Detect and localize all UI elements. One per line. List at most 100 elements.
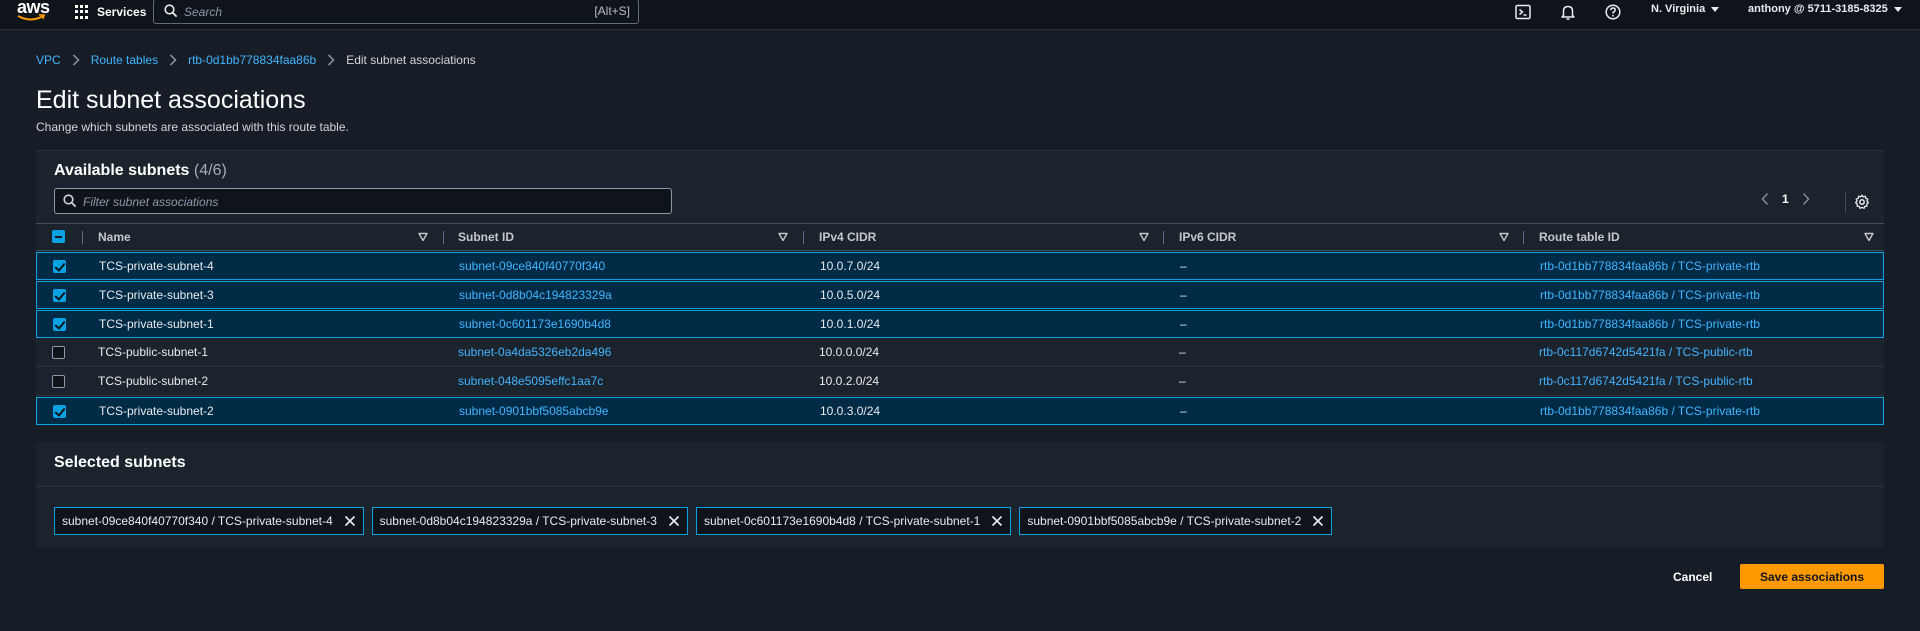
subnet-id-link[interactable]: subnet-0d8b04c194823329a <box>459 288 612 302</box>
page-description: Change which subnets are associated with… <box>36 120 349 134</box>
select-all-checkbox[interactable] <box>52 230 65 243</box>
top-navigation: aws Services [Alt+S] N. Virginia <box>0 0 1920 30</box>
column-header-name[interactable]: Name <box>98 224 448 251</box>
close-icon[interactable] <box>990 514 1004 528</box>
sort-icon <box>778 232 788 242</box>
table-header: Name Subnet ID IPv4 CIDR IPv6 CIDR Route… <box>36 223 1884 251</box>
services-menu-button[interactable]: Services <box>75 2 146 22</box>
filter-box[interactable] <box>54 188 672 214</box>
region-selector[interactable]: N. Virginia <box>1651 3 1720 15</box>
route-table-link[interactable]: rtb-0c117d6742d5421fa / TCS-public-rtb <box>1539 345 1753 359</box>
table-row[interactable]: TCS-public-subnet-1 subnet-0a4da5326eb2d… <box>36 339 1884 367</box>
row-checkbox[interactable] <box>52 346 65 359</box>
column-divider <box>1523 231 1524 244</box>
ipv6-cidr: – <box>1180 317 1187 331</box>
close-icon[interactable] <box>343 514 357 528</box>
global-search[interactable]: [Alt+S] <box>153 0 639 24</box>
selected-subnets-panel: Selected subnets subnet-09ce840f40770f34… <box>36 442 1884 548</box>
ipv4-cidr: 10.0.1.0/24 <box>820 317 881 331</box>
page-number[interactable]: 1 <box>1782 192 1789 206</box>
row-checkbox[interactable] <box>53 318 66 331</box>
chevron-down-icon <box>1893 6 1902 12</box>
token-label: subnet-0c601173e1690b4d8 / TCS-private-s… <box>703 514 981 528</box>
table-row[interactable]: TCS-private-subnet-4 subnet-09ce840f4077… <box>36 252 1884 280</box>
table-row[interactable]: TCS-private-subnet-3 subnet-0d8b04c19482… <box>36 281 1884 309</box>
route-table-link[interactable]: rtb-0d1bb778834faa86b / TCS-private-rtb <box>1540 259 1760 273</box>
available-subnets-panel: Available subnets (4/6) 1 Name <box>36 150 1884 426</box>
account-menu[interactable]: anthony @ 5711-3185-8325 <box>1748 3 1902 15</box>
notifications-bell-icon[interactable] <box>1559 3 1577 21</box>
ipv4-cidr: 10.0.3.0/24 <box>820 404 881 418</box>
subnet-id-link[interactable]: subnet-0901bbf5085abcb9e <box>459 404 608 418</box>
column-header-name-label: Name <box>98 230 131 244</box>
pagination: 1 <box>1760 192 1811 206</box>
services-label: Services <box>97 5 147 19</box>
ipv6-cidr: – <box>1180 288 1187 302</box>
ipv6-cidr: – <box>1180 259 1187 273</box>
route-table-link[interactable]: rtb-0d1bb778834faa86b / TCS-private-rtb <box>1540 317 1760 331</box>
route-table-link[interactable]: rtb-0d1bb778834faa86b / TCS-private-rtb <box>1540 404 1760 418</box>
divider <box>36 486 1884 487</box>
subnet-id-link[interactable]: subnet-048e5095effc1aa7c <box>458 374 603 388</box>
ipv4-cidr: 10.0.0.0/24 <box>819 345 880 359</box>
selected-subnet-token: subnet-09ce840f40770f340 / TCS-private-s… <box>54 507 364 535</box>
search-icon <box>164 4 178 18</box>
token-label: subnet-0d8b04c194823329a / TCS-private-s… <box>379 514 657 528</box>
row-checkbox[interactable] <box>52 375 65 388</box>
subnet-name: TCS-private-subnet-4 <box>99 259 214 273</box>
row-checkbox[interactable] <box>53 405 66 418</box>
column-header-ipv4-cidr[interactable]: IPv4 CIDR <box>819 224 1169 251</box>
filter-subnet-input[interactable] <box>83 193 653 210</box>
region-label: N. Virginia <box>1651 3 1706 15</box>
chevron-right-icon <box>316 54 346 66</box>
services-grid-icon <box>75 5 89 19</box>
previous-page-icon[interactable] <box>1760 192 1770 206</box>
column-divider <box>82 231 83 244</box>
ipv4-cidr: 10.0.2.0/24 <box>819 374 880 388</box>
route-table-link[interactable]: rtb-0c117d6742d5421fa / TCS-public-rtb <box>1539 374 1753 388</box>
table-row[interactable]: TCS-public-subnet-2 subnet-048e5095effc1… <box>36 368 1884 396</box>
row-checkbox[interactable] <box>53 260 66 273</box>
chevron-down-icon <box>1711 6 1720 12</box>
next-page-icon[interactable] <box>1801 192 1811 206</box>
table-row[interactable]: TCS-private-subnet-2 subnet-0901bbf5085a… <box>36 397 1884 425</box>
column-header-subnet-id[interactable]: Subnet ID <box>458 224 808 251</box>
subnet-id-link[interactable]: subnet-0c601173e1690b4d8 <box>459 317 611 331</box>
cloudshell-icon[interactable] <box>1514 3 1532 21</box>
close-icon[interactable] <box>667 514 681 528</box>
row-checkbox[interactable] <box>53 289 66 302</box>
column-divider <box>1163 231 1164 244</box>
page-title: Edit subnet associations <box>36 86 306 114</box>
column-header-ipv6-cidr[interactable]: IPv6 CIDR <box>1179 224 1529 251</box>
breadcrumb-vpc[interactable]: VPC <box>36 53 61 67</box>
subnet-id-link[interactable]: subnet-09ce840f40770f340 <box>459 259 605 273</box>
subnet-id-link[interactable]: subnet-0a4da5326eb2da496 <box>458 345 611 359</box>
chevron-right-icon <box>61 54 91 66</box>
table-settings-button[interactable] <box>1845 191 1870 213</box>
available-subnets-heading: Available subnets <box>54 162 190 179</box>
gear-icon <box>1854 194 1870 209</box>
breadcrumb-route-table-id[interactable]: rtb-0d1bb778834faa86b <box>188 53 316 67</box>
sort-icon <box>1499 232 1509 242</box>
column-header-route-table-id[interactable]: Route table ID <box>1539 224 1879 251</box>
account-label: anthony @ 5711-3185-8325 <box>1748 3 1888 15</box>
sort-icon <box>1139 232 1149 242</box>
aws-logo[interactable]: aws <box>14 0 50 26</box>
save-associations-button[interactable]: Save associations <box>1740 564 1884 589</box>
chevron-right-icon <box>158 54 188 66</box>
search-icon <box>63 194 77 208</box>
selected-subnet-token: subnet-0d8b04c194823329a / TCS-private-s… <box>371 507 688 535</box>
help-icon[interactable] <box>1604 3 1622 21</box>
close-icon[interactable] <box>1311 514 1325 528</box>
ipv4-cidr: 10.0.7.0/24 <box>820 259 881 273</box>
column-divider <box>803 231 804 244</box>
global-search-input[interactable] <box>184 3 544 20</box>
cancel-button[interactable]: Cancel <box>1661 565 1724 589</box>
route-table-link[interactable]: rtb-0d1bb778834faa86b / TCS-private-rtb <box>1540 288 1760 302</box>
breadcrumb-route-tables[interactable]: Route tables <box>91 53 158 67</box>
column-header-ipv4-label: IPv4 CIDR <box>819 230 877 244</box>
selected-subnet-tokens: subnet-09ce840f40770f340 / TCS-private-s… <box>54 507 1333 535</box>
token-label: subnet-09ce840f40770f340 / TCS-private-s… <box>62 514 333 528</box>
ipv6-cidr: – <box>1179 374 1186 388</box>
table-row[interactable]: TCS-private-subnet-1 subnet-0c601173e169… <box>36 310 1884 338</box>
